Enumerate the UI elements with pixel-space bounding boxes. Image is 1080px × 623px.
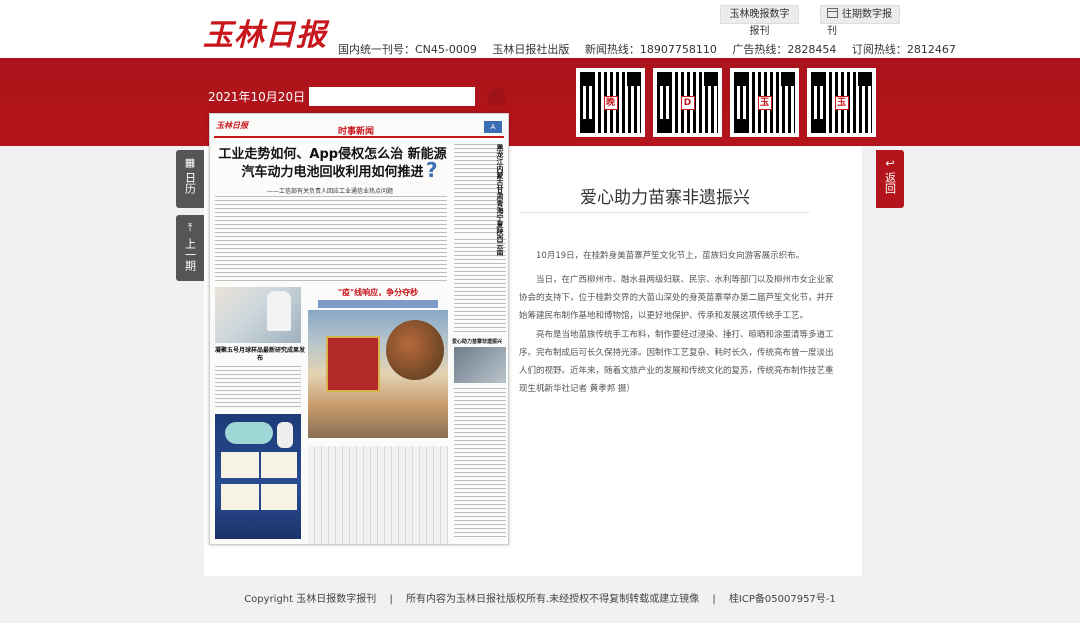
calendar-tab[interactable]: ▦ 日历 [176,150,204,208]
qr-logo-2: D [680,95,695,110]
up-arrow-icon: ⤒ [187,221,193,234]
back-tab-label: 返回 [883,172,897,194]
paper-photo-crowd[interactable] [308,446,448,544]
top-header: 玉林日报 玉林晚报数字报刊 往期数字报刊 国内统一刊号：CN45-0009 玉林… [0,0,1080,58]
date-go-button[interactable] [488,88,506,106]
paper-masthead: 玉林日报 时事新闻 A [214,118,504,138]
paper-banner-title[interactable]: "疫"线响应，争分夺秒 [310,287,446,298]
article-title: 爱心助力苗寨非遗振兴 [580,188,750,208]
publication-info: 国内统一刊号：CN45-0009 玉林日报社出版 新闻热线：1890775811… [338,41,968,57]
article-paragraph: 10月19日，在桂黔身美苗寨芦笙文化节上，苗族妇女向游客展示织布。 [536,251,805,261]
footer-separator: | [712,594,716,605]
return-icon: ↩ [885,157,895,170]
paper-poster[interactable] [215,414,301,539]
paper-headline-3[interactable]: 爱心助力苗寨非遗振兴 [452,339,508,345]
paper-text-column [215,366,301,410]
poster-card [221,452,259,478]
qr-logo-4: 玉 [834,95,849,110]
red-banner [0,58,1080,146]
mobile-edition-button[interactable]: 玉林晚报数字报刊 [720,5,799,37]
poster-figure [277,422,293,448]
calendar-tab-label: 日历 [183,172,197,194]
publisher: 玉林日报社出版 [492,43,570,56]
paper-subhead: ——工信部有关负责人回应工业通信业热点问题 [266,188,393,195]
footer-separator: | [389,594,393,605]
page-badge: A [484,121,502,133]
article-paragraph: 当日，在广西柳州市、融水县两级妇联、民宗、水利等部门以及柳州市女企业家协会的支持… [519,275,834,321]
qr-code-2: D [653,68,722,137]
paper-logo: 玉林日报 [216,120,248,130]
paper-photo-lab[interactable] [215,287,301,343]
qr-logo-1: 晚 [603,95,618,110]
calendar-icon [827,8,838,18]
previous-issue-label: 上一期 [183,238,197,271]
previous-issue-tab[interactable]: ⤒ 上一期 [176,215,204,281]
qr-code-3: 玉 [730,68,799,137]
issue-date: 2021年10月20日 [208,90,306,104]
paper-headline-2[interactable]: 凝聚五号月球样品最新研究成果发布 [215,347,305,363]
poster-card [221,484,259,510]
paper-text-column [215,196,447,284]
poster-card [261,484,297,510]
qr-code-4: 玉 [807,68,876,137]
past-issues-button[interactable]: 往期数字报刊 [820,5,900,37]
paper-banner-strip [318,300,438,308]
date-input[interactable] [309,87,475,106]
paper-text-column [454,388,506,540]
paper-text-column [454,239,506,334]
article-divider [520,212,810,213]
qr-logo-3: 玉 [757,95,772,110]
newspaper-page[interactable]: 玉林日报 时事新闻 A 工业走势如何、App侵权怎么治 新能源汽车动力电池回收利… [209,113,509,545]
icp-number[interactable]: 桂ICP备05007957号-1 [729,594,836,605]
article-credit: （新华社记者 黄孝邦 摄） [536,384,635,394]
calendar-icon: ▦ [184,156,196,169]
page-footer: Copyright 玉林日报数字报刊 | 所有内容为玉林日报社版权所有.未经授权… [0,590,1080,605]
ad-hotline: 广告热线：2828454 [732,43,837,56]
poster-bubble [225,422,273,444]
question-mark-glyph: ? [426,158,438,182]
site-logo[interactable]: 玉林日报 [203,10,327,54]
paper-photo-temple[interactable] [308,310,448,438]
paper-photo-miao[interactable] [454,347,506,383]
photo-gate [326,336,380,392]
cn-number: 国内统一刊号：CN45-0009 [338,43,477,56]
copyright: Copyright 玉林日报数字报刊 [244,594,377,605]
photo-tree [386,320,444,380]
rights-notice: 所有内容为玉林日报社版权所有.未经授权不得复制转载或建立镜像 [406,594,700,605]
news-hotline: 新闻热线：18907758110 [584,43,717,56]
paper-headline[interactable]: 工业走势如何、App侵权怎么治 新能源汽车动力电池回收利用如何推进 [216,146,449,182]
qr-code-1: 晚 [576,68,645,137]
sub-hotline: 订阅热线：2812467 [851,43,956,56]
poster-card [261,452,297,478]
paper-section: 时事新闻 [338,127,375,137]
back-tab[interactable]: ↩ 返回 [876,150,904,208]
